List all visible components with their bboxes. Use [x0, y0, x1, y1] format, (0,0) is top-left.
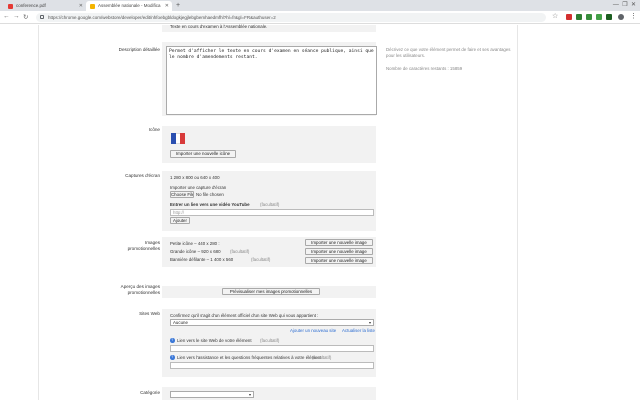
webstore-icon — [90, 3, 95, 9]
chevron-down-icon: ▾ — [368, 320, 371, 325]
no-file-text: No file chosen — [196, 192, 224, 197]
preview-panel: Prévisualiser mes images promotionnelles — [162, 286, 376, 298]
tab-title: Assemblée nationale - Modifica — [98, 3, 161, 8]
toolbar: ← → ↻ https://chrome.google.com/webstore… — [0, 11, 640, 24]
new-tab-button[interactable]: + — [176, 2, 180, 9]
tab-title: conference.pdf — [16, 3, 46, 8]
add-site-link[interactable]: Ajouter un nouveau site — [290, 328, 336, 333]
back-icon[interactable]: ← — [3, 13, 10, 20]
screenshots-panel: 1 280 x 800 ou 640 x 400 Importer une ca… — [162, 171, 376, 231]
promo-panel: Petite icône – 440 x 280 : Grande icône … — [162, 237, 376, 267]
youtube-label: Entrer un lien vers une vidéo YouTube — [170, 202, 250, 207]
tab-strip: conference.pdf ✕ Assemblée nationale - M… — [0, 0, 640, 11]
char-counter: Nombre de caractères restants : 15859 — [386, 66, 463, 71]
optional-tag: (facultatif) — [260, 202, 280, 207]
upload-large-tile-button[interactable]: Importer une nouvelle image — [305, 248, 373, 255]
optional-tag: (facultatif) — [251, 257, 271, 262]
extension-icon[interactable] — [586, 14, 592, 20]
forward-icon[interactable]: → — [13, 13, 20, 20]
website-url-input[interactable] — [170, 345, 374, 352]
category-select[interactable]: ▾ — [170, 391, 254, 398]
website-select-value: Aucune — [173, 320, 188, 325]
small-tile-label: Petite icône – 440 x 280 : — [170, 241, 220, 246]
add-video-button[interactable]: Ajouter — [170, 217, 190, 224]
youtube-url-input[interactable]: http:// — [170, 209, 374, 216]
summary-remnant: Texte en cours d'examen à l'Assemblée na… — [170, 24, 268, 29]
bookmark-star-icon[interactable]: ☆ — [552, 12, 558, 20]
upload-small-tile-button[interactable]: Importer une nouvelle image — [305, 239, 373, 246]
faq-url-input[interactable] — [170, 362, 374, 369]
extension-icon[interactable] — [576, 14, 582, 20]
icon-label: Icône — [148, 127, 160, 132]
page-content: Texte en cours d'examen à l'Assemblée na… — [0, 24, 640, 400]
previous-section: Texte en cours d'examen à l'Assemblée na… — [162, 24, 376, 32]
flag-icon — [171, 133, 185, 144]
category-panel: ▾ — [162, 387, 376, 400]
preview-label: Aperçu des images promotionnelles — [120, 284, 160, 295]
refresh-list-link[interactable]: Actualiser la liste — [342, 328, 375, 333]
chevron-down-icon: ▾ — [248, 392, 251, 397]
category-label: Catégorie — [140, 390, 160, 395]
extension-icon[interactable] — [566, 14, 572, 20]
address-bar[interactable]: https://chrome.google.com/webstore/devel… — [36, 13, 546, 22]
upload-icon-button[interactable]: Importer une nouvelle icône — [170, 150, 236, 158]
screenshots-label: Captures d'écran — [125, 173, 160, 178]
website-select[interactable]: Aucune ▾ — [170, 319, 374, 326]
close-icon[interactable]: ✕ — [165, 3, 169, 9]
website-panel: Confirmez qu'il s'agit d'un élément offi… — [162, 309, 376, 377]
screenshot-size: 1 280 x 800 ou 640 x 400 — [170, 175, 220, 180]
description-label: Description détaillée — [118, 47, 160, 52]
help-icon[interactable]: ? — [170, 355, 175, 360]
description-textarea[interactable]: Permet d'afficher le texte en cours d'ex… — [166, 46, 377, 115]
marquee-label: Bannière défilante – 1 400 x 560 — [170, 257, 234, 262]
tab-assemblee[interactable]: Assemblée nationale - Modifica ✕ — [86, 1, 172, 11]
optional-tag: (facultatif) — [230, 249, 250, 254]
menu-icon[interactable]: ⋮ — [630, 12, 637, 20]
website-confirm-text: Confirmez qu'il s'agit d'un élément offi… — [170, 313, 319, 318]
faq-url-label: Lien vers l'assistance et les questions … — [177, 355, 322, 360]
pdf-icon — [8, 3, 13, 9]
optional-tag: (facultatif) — [260, 338, 280, 343]
upload-marquee-button[interactable]: Importer une nouvelle image — [305, 257, 373, 264]
close-icon[interactable]: ✕ — [79, 3, 83, 9]
help-icon[interactable]: ? — [170, 338, 175, 343]
profile-avatar-icon[interactable] — [618, 14, 624, 20]
icon-panel: Importer une nouvelle icône — [162, 126, 376, 163]
large-tile-label: Grande icône – 920 x 680 — [170, 249, 221, 254]
screenshot-upload-label: Importer une capture d'écran — [170, 185, 227, 190]
description-panel: Permet d'afficher le texte en cours d'ex… — [162, 42, 377, 116]
promo-label: Images promotionnelles — [127, 240, 160, 251]
extension-icon[interactable] — [596, 14, 602, 20]
preview-promo-button[interactable]: Prévisualiser mes images promotionnelles — [222, 288, 320, 295]
website-url-label: Lien vers le site Web de votre élément — [177, 338, 252, 343]
url-text: https://chrome.google.com/webstore/devel… — [48, 14, 276, 20]
choose-file-button[interactable]: Choose File — [170, 191, 194, 198]
window-controls[interactable]: — ❐ ✕ — [613, 1, 636, 8]
description-help: Décrivez ce que votre élément permet de … — [386, 47, 511, 58]
reload-icon[interactable]: ↻ — [23, 13, 28, 21]
tab-conference[interactable]: conference.pdf ✕ — [4, 1, 86, 11]
website-label: Sites Web — [139, 311, 160, 316]
optional-tag: (facultatif) — [312, 355, 332, 360]
lock-icon — [40, 15, 44, 19]
extension-icon[interactable] — [606, 14, 612, 20]
